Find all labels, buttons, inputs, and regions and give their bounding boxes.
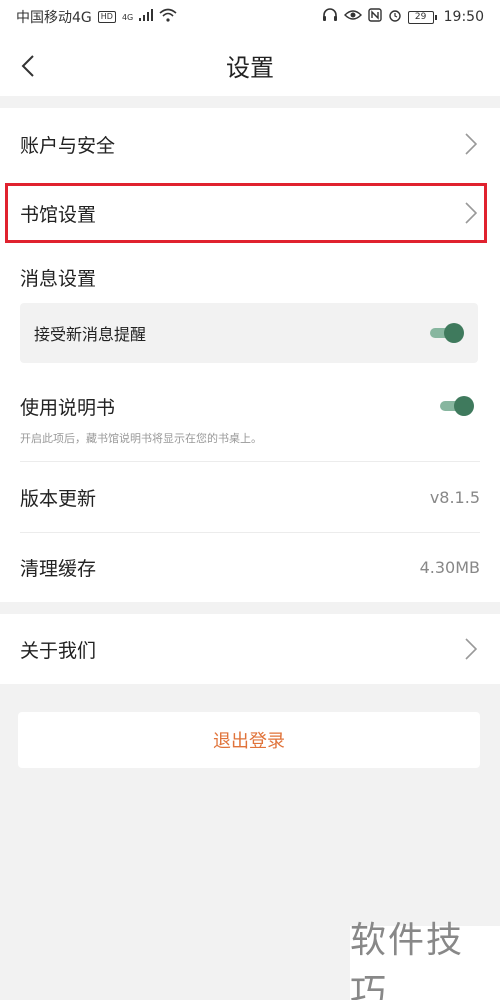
user-manual-row: 使用说明书 xyxy=(0,388,500,424)
chevron-left-icon[interactable] xyxy=(16,52,40,80)
message-settings-row: 消息设置 xyxy=(0,255,500,299)
version-update-label: 版本更新 xyxy=(20,487,97,510)
battery-icon: 29 xyxy=(407,10,437,24)
clear-cache-label: 清理缓存 xyxy=(20,558,97,580)
library-settings-row[interactable]: 书馆设置 xyxy=(0,183,500,243)
watermark-text: 软件技巧 xyxy=(350,920,465,1000)
wifi-icon xyxy=(159,8,177,26)
account-security-row[interactable]: 账户与安全 xyxy=(0,108,500,180)
alarm-icon xyxy=(388,8,402,26)
headset-icon xyxy=(322,8,338,26)
hd-badge: HD xyxy=(97,11,116,23)
account-security-label: 账户与安全 xyxy=(20,134,116,157)
about-us-row[interactable]: 关于我们 xyxy=(0,614,500,684)
about-us-label: 关于我们 xyxy=(20,639,97,662)
user-manual-toggle[interactable] xyxy=(440,396,474,416)
chevron-right-icon xyxy=(462,201,480,225)
new-message-alert-card: 接受新消息提醒 xyxy=(20,303,478,363)
watermark: 软件技巧 xyxy=(350,920,500,1000)
user-manual-hint: 开启此项后，藏书馆说明书将显示在您的书桌上。 xyxy=(20,432,262,445)
chevron-right-icon xyxy=(462,132,480,156)
network-badge: 4G xyxy=(121,12,134,22)
status-bar: 中国移动4G HD 4G 29 19:50 xyxy=(0,0,500,34)
eye-icon xyxy=(343,9,362,25)
page-title: 设置 xyxy=(226,53,274,82)
logout-label: 退出登录 xyxy=(213,731,285,752)
signal-icon xyxy=(139,9,154,25)
logout-button[interactable]: 退出登录 xyxy=(18,712,480,768)
new-message-alert-label: 接受新消息提醒 xyxy=(34,325,147,344)
toggle-knob xyxy=(444,323,464,343)
user-manual-hint-row: 开启此项后，藏书馆说明书将显示在您的书桌上。 xyxy=(0,426,500,450)
version-update-row[interactable]: 版本更新 v8.1.5 xyxy=(0,462,500,532)
chevron-right-icon xyxy=(462,637,480,661)
status-time: 19:50 xyxy=(443,9,484,25)
nfc-icon xyxy=(367,8,382,26)
version-value: v8.1.5 xyxy=(429,487,480,507)
toggle-knob xyxy=(454,396,474,416)
nav-bar: 设置 xyxy=(0,34,500,96)
status-left: 中国移动4G HD 4G xyxy=(16,7,177,27)
status-right: 29 19:50 xyxy=(322,8,484,26)
cache-value: 4.30MB xyxy=(419,558,480,577)
user-manual-label: 使用说明书 xyxy=(20,396,116,419)
library-settings-label: 书馆设置 xyxy=(20,203,97,226)
clear-cache-row[interactable]: 清理缓存 4.30MB xyxy=(0,533,500,602)
carrier-label: 中国移动4G xyxy=(16,10,92,26)
new-message-alert-toggle[interactable] xyxy=(430,323,464,343)
message-settings-label: 消息设置 xyxy=(20,267,97,290)
